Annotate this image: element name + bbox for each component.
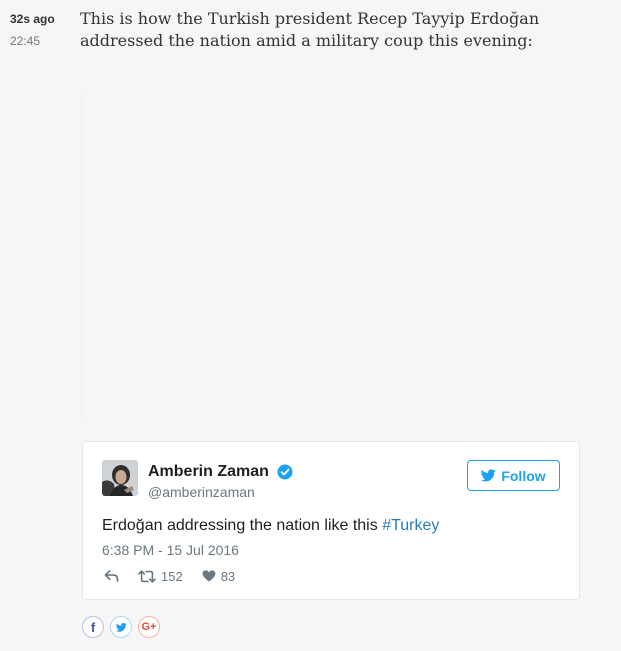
reply-icon [104,570,119,582]
facebook-share-button[interactable]: f [82,616,104,638]
embedded-tweet[interactable]: Amberin Zaman @amberinzaman Follow Erdoğ… [82,441,580,600]
tweet-timestamp[interactable]: 6:38 PM - 15 Jul 2016 [102,541,239,559]
twitter-icon [115,622,127,632]
entry-headline: This is how the Turkish president Recep … [80,9,540,50]
like-button[interactable]: 83 [202,569,235,584]
tweet-text: Erdoğan addressing the nation like this … [102,515,562,537]
retweet-icon [138,569,156,583]
follow-button[interactable]: Follow [467,460,560,491]
twitter-bird-icon [481,469,497,482]
verified-badge-icon [277,464,293,480]
heart-icon [202,570,216,582]
retweet-button[interactable]: 152 [138,569,183,584]
author-name[interactable]: Amberin Zaman [148,462,269,482]
share-buttons: f G+ [82,616,160,638]
time-ago-label[interactable]: 32s ago [10,11,70,27]
avatar[interactable] [102,460,138,496]
live-blog-page: 32s ago 22:45 This is how the Turkish pr… [0,0,621,651]
tweet-text-body: Erdoğan addressing the nation like this [102,517,383,534]
tweet-actions: 152 83 [104,567,235,585]
google-plus-share-button[interactable]: G+ [138,616,160,638]
hashtag-link[interactable]: #Turkey [382,517,439,534]
avatar-image [102,460,138,496]
video-embed-area [81,92,582,417]
google-plus-icon: G+ [141,621,157,633]
twitter-share-button[interactable] [110,616,132,638]
like-count: 83 [220,568,236,584]
clock-time: 22:45 [10,34,41,48]
reply-button[interactable] [104,570,119,582]
entry-timestamp: 32s ago 22:45 [10,11,70,49]
facebook-icon: f [90,619,96,635]
retweet-count: 152 [161,568,183,584]
author-handle[interactable]: @amberinzaman [148,483,255,501]
follow-label: Follow [501,467,546,484]
